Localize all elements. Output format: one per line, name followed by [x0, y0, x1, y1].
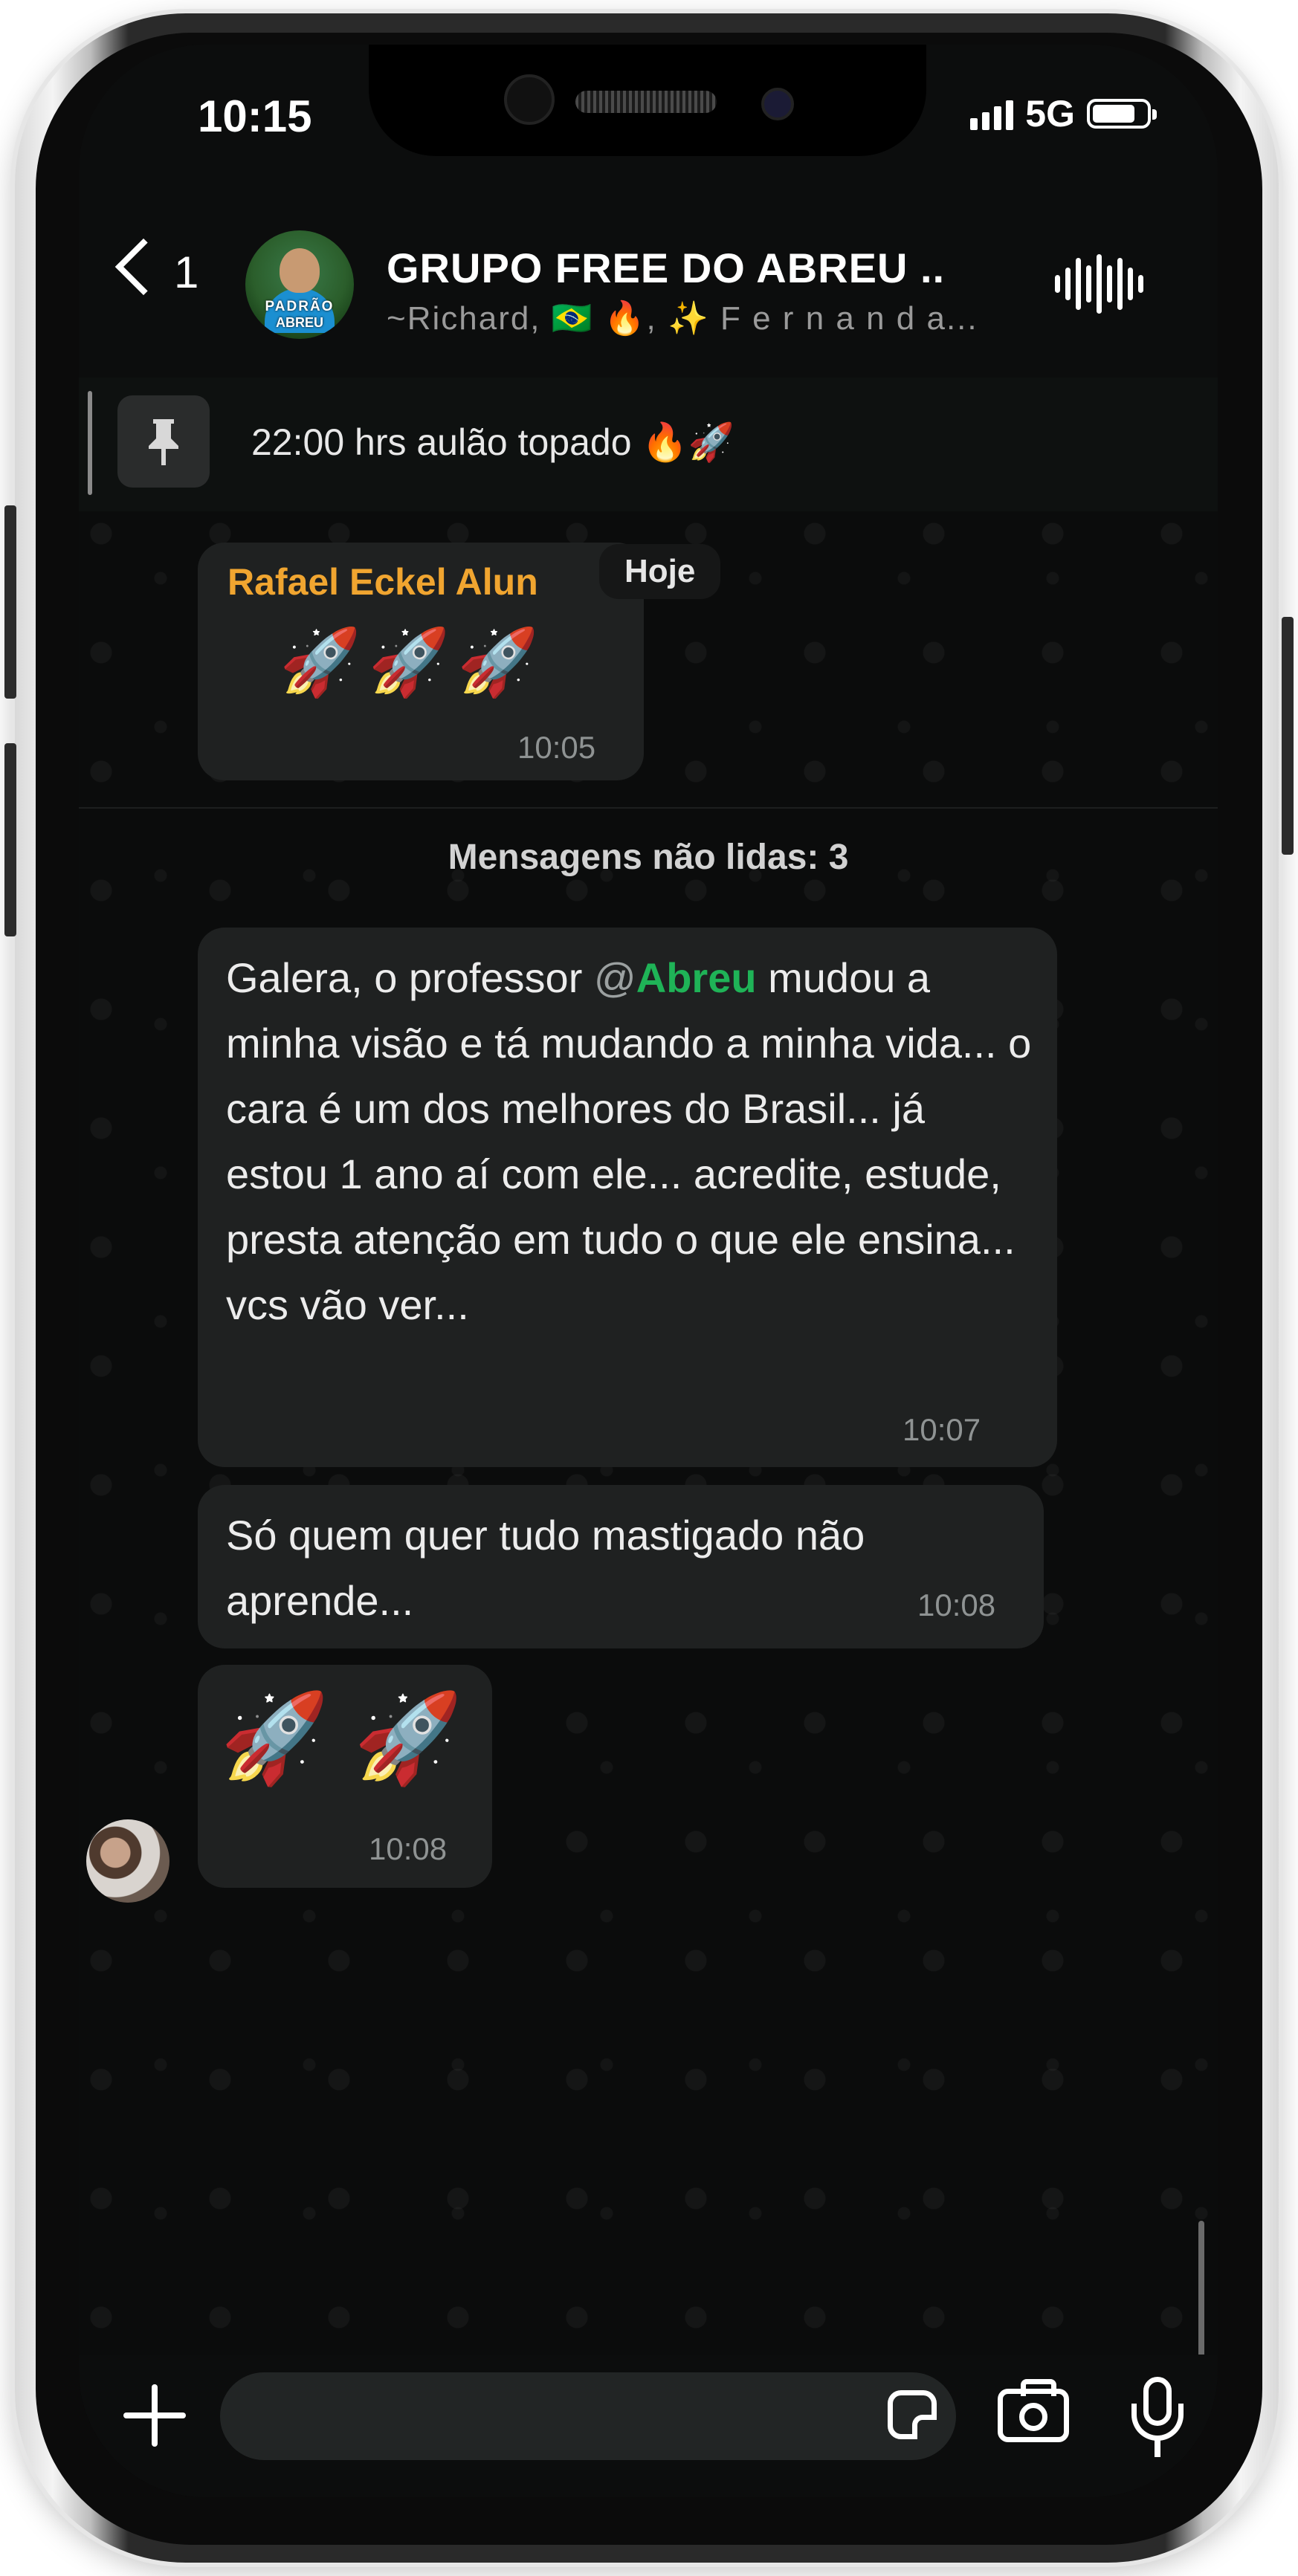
message-text: Galera, o professor @Abreu mudou a minha… — [226, 945, 1036, 1338]
message-time: 10:07 — [903, 1412, 981, 1447]
message-input[interactable] — [220, 2372, 956, 2460]
message-bubble[interactable]: 🚀 🚀 10:08 — [198, 1665, 492, 1888]
unread-divider-line — [79, 807, 1218, 809]
mic-icon[interactable] — [1131, 2377, 1184, 2459]
pin-indicator — [88, 391, 92, 495]
network-label: 5G — [1025, 93, 1075, 135]
battery-icon — [1087, 99, 1157, 129]
pinned-text: 22:00 hrs aulão topado 🔥🚀 — [251, 421, 734, 463]
signal-icon — [970, 97, 1014, 130]
sender-name[interactable]: Rafael Eckel Alun — [227, 560, 538, 603]
message-bubble[interactable]: Só quem quer tudo mastigado não aprende.… — [198, 1485, 1044, 1648]
back-unread-count[interactable]: 1 — [174, 247, 198, 298]
volume-down-button — [4, 743, 16, 936]
camera-icon[interactable] — [998, 2379, 1069, 2442]
message-text: 🚀🚀🚀 — [280, 625, 546, 699]
group-avatar[interactable]: PADRÃO ABREU — [245, 230, 354, 339]
sticker-icon[interactable] — [888, 2390, 937, 2439]
date-pill: Hoje — [599, 544, 721, 599]
group-name[interactable]: GRUPO FREE DO ABREU .. — [387, 244, 945, 292]
power-button — [1282, 617, 1294, 855]
message-suffix: mudou a minha visão e tá mudando a minha… — [226, 954, 1032, 1328]
phone-screen: 10:15 5G 1 PADRÃO ABREU GRUPO FREE DO AB… — [79, 45, 1218, 2497]
avatar[interactable] — [86, 1819, 169, 1903]
pin-icon — [117, 395, 210, 488]
plus-icon[interactable] — [123, 2384, 186, 2447]
volume-up-button — [4, 505, 16, 699]
pinned-message-bar[interactable]: 22:00 hrs aulão topado 🔥🚀 — [79, 378, 1218, 511]
message-time: 10:08 — [369, 1831, 448, 1866]
earpiece-speaker — [575, 91, 717, 113]
input-bar — [79, 2355, 1218, 2497]
status-time: 10:15 — [198, 91, 312, 141]
proximity-sensor — [504, 74, 555, 125]
message-text: 🚀 🚀 — [220, 1689, 463, 1787]
group-members[interactable]: ~Richard, 🇧🇷 🔥, ✨ F e r n a n d a... — [387, 299, 978, 337]
front-camera — [761, 88, 794, 120]
message-bubble[interactable]: Galera, o professor @Abreu mudou a minha… — [198, 928, 1057, 1467]
message-time: 10:08 — [917, 1588, 996, 1622]
chat-header: 1 PADRÃO ABREU GRUPO FREE DO ABREU .. ~R… — [79, 186, 1218, 372]
message-time: 10:05 — [517, 730, 596, 765]
notch — [369, 45, 926, 156]
unread-divider: Mensagens não lidas: 3 — [448, 838, 849, 877]
voice-wave-icon[interactable] — [1055, 254, 1143, 314]
message-bubble[interactable]: Rafael Eckel Alun 🚀🚀🚀 10:05 — [198, 543, 644, 780]
message-prefix: Galera, o professor — [226, 954, 594, 1001]
mention-at: @ — [593, 954, 636, 1001]
back-icon[interactable] — [114, 238, 172, 296]
status-indicators: 5G — [970, 92, 1157, 135]
message-text: Só quem quer tudo mastigado não aprende.… — [226, 1512, 865, 1624]
avatar-text-top: PADRÃO — [265, 299, 335, 314]
avatar-text-bottom: ABREU — [275, 315, 323, 330]
scroll-indicator[interactable] — [1198, 2221, 1204, 2369]
mention-link[interactable]: Abreu — [636, 954, 757, 1001]
chat-area: Rafael Eckel Alun 🚀🚀🚀 10:05 Hoje Mensage… — [79, 511, 1218, 2369]
